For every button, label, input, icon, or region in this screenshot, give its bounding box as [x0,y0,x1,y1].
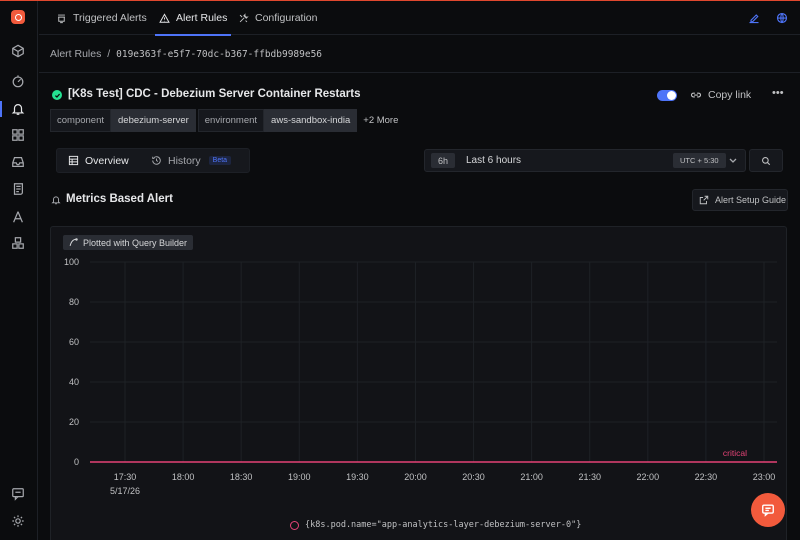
cube-icon[interactable] [11,44,25,58]
top-nav-bar: Triggered Alerts Alert Rules Configurati… [39,1,800,36]
breadcrumb-separator: / [107,48,111,60]
alert-setup-guide-button[interactable]: Alert Setup Guide [692,189,788,211]
y-tick-label: 20 [69,417,79,427]
plotted-with-badge[interactable]: Plotted with Query Builder [63,235,194,250]
breadcrumb-rule-id: 019e363f-e5f7-70dc-b367-ffbdb9989e56 [116,49,323,60]
tab-alert-rules[interactable]: Alert Rules [154,1,232,36]
x-tick-label: 20:00 [404,472,427,482]
bell-list-icon [58,14,65,23]
logs-scroll-icon[interactable] [11,182,25,196]
traces-compass-icon[interactable] [11,210,25,224]
integrations-boxes-icon[interactable] [11,236,25,250]
header-divider [39,72,800,73]
more-actions-button[interactable]: ••• [772,87,784,99]
label-value: debezium-server [111,109,196,132]
x-tick-label: 19:00 [288,472,311,482]
y-tick-label: 40 [69,377,79,387]
y-tick-label: 60 [69,337,79,347]
tab-history[interactable]: History Beta [151,149,232,172]
external-link-icon [699,195,709,205]
time-range-short: 6h [431,153,456,168]
tab-overview-label: Overview [85,154,129,167]
dashboard-gauge-icon[interactable] [11,74,25,88]
chat-bubble-icon [762,504,774,517]
y-tick-label: 80 [69,297,79,307]
timezone-badge[interactable]: UTC + 5:30 [673,153,726,168]
threshold-label: critical [723,448,747,458]
tab-configuration[interactable]: Configuration [238,1,317,35]
guide-label: Alert Setup Guide [715,195,787,205]
tab-label: Configuration [255,12,318,24]
alert-bell-icon [51,196,61,205]
metrics-line-chart: 0 20 40 60 80 100 17:30 18:00 18:30 19:00 19:30 20:… [64,257,777,496]
tab-label: Alert Rules [176,12,228,24]
search-icon [762,156,771,165]
section-title: Metrics Based Alert [66,193,173,205]
copy-link-label: Copy link [708,89,752,101]
grid-apps-icon[interactable] [11,128,25,142]
label-value: aws-sandbox-india [264,109,358,132]
settings-gear-icon[interactable] [11,514,25,528]
label-key: component [50,109,112,132]
logo-icon[interactable] [11,10,25,24]
alert-title: [K8s Test] CDC - Debezium Server Contain… [68,88,361,100]
support-chat-button[interactable] [751,493,785,527]
x-tick-label: 22:30 [695,472,718,482]
link-icon [690,92,702,98]
tab-history-label: History [168,154,201,167]
x-tick-label: 19:30 [346,472,369,482]
copy-link-button[interactable]: Copy link [690,89,751,101]
x-tick-label: 23:00 [753,472,776,482]
time-range-picker[interactable]: 6h Last 6 hours UTC + 5:30 [424,149,746,172]
view-tabs: Overview History Beta [56,148,250,173]
left-sidebar [0,1,38,540]
beta-badge: Beta [208,156,232,165]
alert-labels: component debezium-server environment aw… [50,109,398,132]
sidebar-active-indicator [0,101,2,117]
x-tick-label: 18:00 [172,472,195,482]
legend-series-label: {k8s.pod.name="app-analytics-layer-debez… [305,520,582,530]
table-icon [68,155,79,166]
plotted-with-label: Plotted with Query Builder [83,237,188,248]
label-key: environment [197,109,265,132]
y-tick-label: 100 [64,257,79,267]
breadcrumb: Alert Rules / 019e363f-e5f7-70dc-b367-ff… [50,48,322,60]
tab-triggered-alerts[interactable]: Triggered Alerts [56,1,147,35]
x-tick-label: 21:00 [520,472,543,482]
tab-overview[interactable]: Overview [68,149,129,172]
chart-legend[interactable]: {k8s.pod.name="app-analytics-layer-debez… [290,520,581,530]
alerts-bell-icon[interactable] [11,102,25,116]
alert-triangle-icon [159,12,170,23]
y-tick-label: 0 [74,457,79,467]
chevron-down-icon[interactable] [728,154,738,166]
globe-icon[interactable] [776,12,788,24]
history-icon [152,156,161,165]
x-tick-label: 21:30 [578,472,601,482]
inbox-icon[interactable] [11,155,25,169]
x-tick-label: 18:30 [230,472,253,482]
legend-marker [290,520,299,530]
edit-icon[interactable] [748,12,760,24]
x-date-label: 5/17/26 [110,486,140,496]
x-tick-label: 22:00 [637,472,660,482]
tab-label: Triggered Alerts [73,12,147,24]
time-range-label: Last 6 hours [466,155,522,166]
x-tick-label: 20:30 [462,472,485,482]
status-ok-icon [52,90,62,100]
chat-support-icon[interactable] [11,487,25,501]
x-tick-label: 17:30 [114,472,137,482]
run-query-button[interactable] [749,149,783,172]
query-curve-icon [69,238,78,246]
tools-icon [239,12,249,22]
alert-enabled-toggle[interactable] [657,90,677,101]
breadcrumb-alert-rules-link[interactable]: Alert Rules [50,48,101,60]
more-labels-button[interactable]: +2 More [363,115,398,126]
